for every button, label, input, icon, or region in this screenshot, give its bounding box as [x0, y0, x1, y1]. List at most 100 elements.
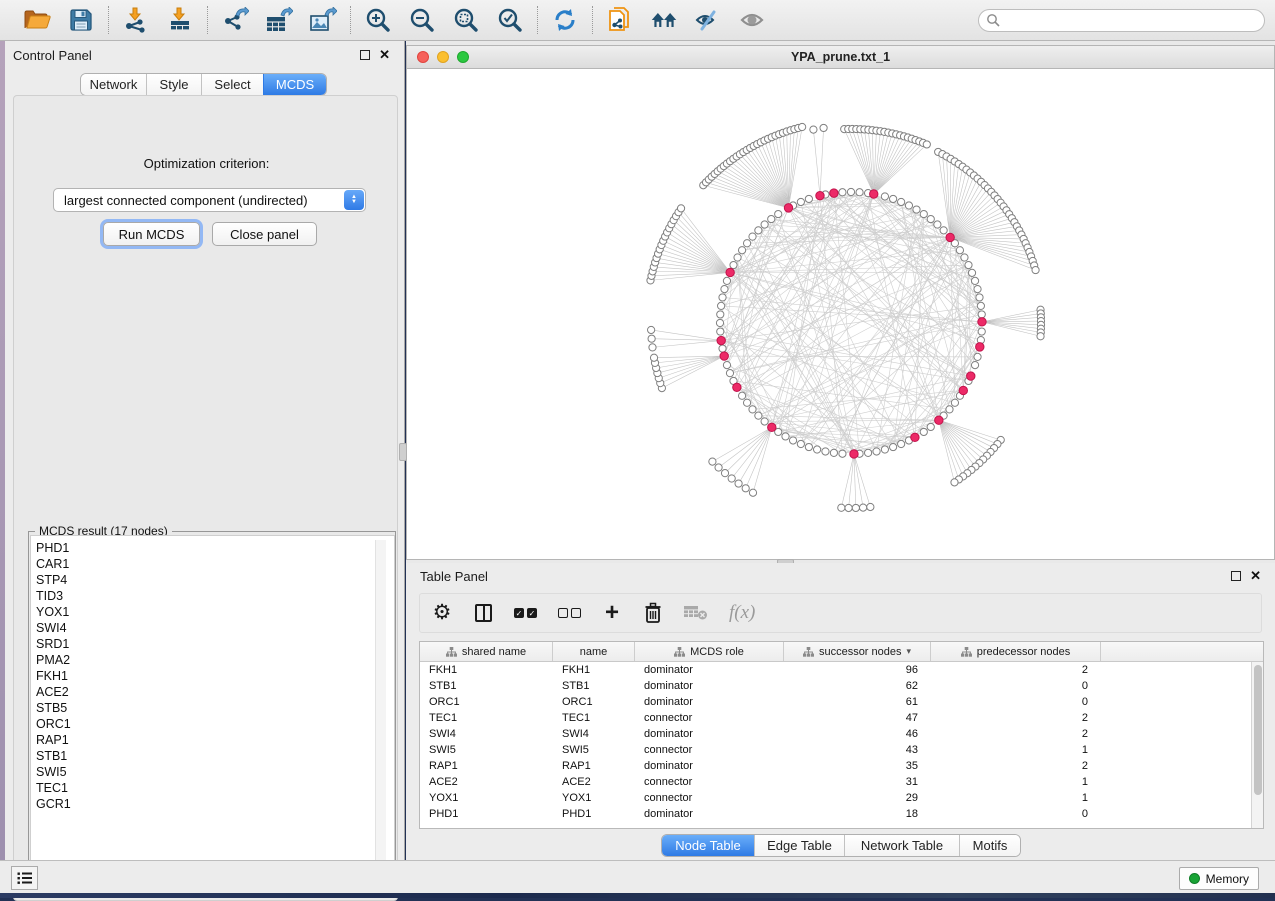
mcds-result-item[interactable]: FKH1: [36, 668, 394, 684]
table-cell: SWI5: [553, 742, 635, 758]
show-all-icon[interactable]: [738, 6, 766, 34]
table-cell: YOX1: [553, 790, 635, 806]
export-table-icon[interactable]: [265, 6, 293, 34]
save-icon[interactable]: [67, 6, 95, 34]
mcds-result-item[interactable]: STB1: [36, 748, 394, 764]
table-scrollbar-thumb[interactable]: [1254, 665, 1262, 795]
tab-network-table[interactable]: Network Table: [844, 835, 959, 856]
mcds-list-scrollbar[interactable]: [375, 540, 386, 888]
close-panel-button[interactable]: Close panel: [212, 222, 317, 246]
mcds-result-item[interactable]: STP4: [36, 572, 394, 588]
new-network-from-selection-icon[interactable]: [606, 6, 634, 34]
table-row[interactable]: SWI4SWI4dominator462: [420, 726, 1263, 742]
table-cell: connector: [635, 774, 784, 790]
mcds-result-item[interactable]: PMA2: [36, 652, 394, 668]
tab-mcds[interactable]: MCDS: [263, 74, 326, 95]
table-cell: 31: [784, 774, 931, 790]
table-row[interactable]: ACE2ACE2connector311: [420, 774, 1263, 790]
open-file-icon[interactable]: [23, 6, 51, 34]
search-input[interactable]: [978, 9, 1265, 32]
tab-node-table[interactable]: Node Table: [662, 835, 754, 856]
mcds-result-item[interactable]: ORC1: [36, 716, 394, 732]
float-table-panel-icon[interactable]: [1231, 571, 1241, 581]
table-row[interactable]: SWI5SWI5connector431: [420, 742, 1263, 758]
table-row[interactable]: ORC1ORC1dominator610: [420, 694, 1263, 710]
zoom-in-icon[interactable]: [364, 6, 392, 34]
column-header-predecessor-nodes[interactable]: predecessor nodes: [931, 642, 1101, 661]
table-cell: YOX1: [420, 790, 553, 806]
table-cell: PHD1: [553, 806, 635, 822]
run-mcds-button[interactable]: Run MCDS: [103, 222, 200, 246]
table-row[interactable]: YOX1YOX1connector291: [420, 790, 1263, 806]
mcds-result-item[interactable]: ACE2: [36, 684, 394, 700]
close-panel-icon[interactable]: ✕: [379, 50, 390, 60]
tab-edge-table[interactable]: Edge Table: [754, 835, 844, 856]
table-row[interactable]: PHD1PHD1dominator180: [420, 806, 1263, 822]
control-panel-title: Control Panel: [5, 48, 92, 63]
deselect-all-columns-icon[interactable]: [558, 601, 581, 625]
import-network-icon[interactable]: [122, 6, 150, 34]
table-settings-gear-icon[interactable]: ⚙: [432, 601, 452, 625]
zoom-out-icon[interactable]: [408, 6, 436, 34]
import-table-icon[interactable]: [166, 6, 194, 34]
optimization-criterion-select[interactable]: largest connected component (undirected)…: [53, 188, 366, 212]
table-row[interactable]: TEC1TEC1connector472: [420, 710, 1263, 726]
table-cell: TEC1: [553, 710, 635, 726]
mcds-result-item[interactable]: STB5: [36, 700, 394, 716]
table-cell: dominator: [635, 662, 784, 678]
mcds-result-item[interactable]: SWI4: [36, 620, 394, 636]
table-cell: 2: [931, 758, 1101, 774]
mcds-result-item[interactable]: GCR1: [36, 796, 394, 812]
node-table: shared namenameMCDS rolesuccessor nodes▾…: [419, 641, 1264, 829]
tab-select[interactable]: Select: [201, 74, 263, 95]
memory-button[interactable]: Memory: [1179, 867, 1259, 890]
zoom-fit-icon[interactable]: [452, 6, 480, 34]
tab-network[interactable]: Network: [81, 74, 146, 95]
desktop-edge-strip: [0, 893, 1275, 898]
close-table-panel-icon[interactable]: ✕: [1250, 571, 1261, 581]
add-column-icon[interactable]: +: [602, 601, 622, 625]
export-network-icon[interactable]: [221, 6, 249, 34]
mcds-result-item[interactable]: CAR1: [36, 556, 394, 572]
mcds-result-item[interactable]: TID3: [36, 588, 394, 604]
zoom-selected-icon[interactable]: [496, 6, 524, 34]
mcds-result-item[interactable]: YOX1: [36, 604, 394, 620]
table-cell: dominator: [635, 694, 784, 710]
table-cell: SWI4: [553, 726, 635, 742]
table-cell: TEC1: [420, 710, 553, 726]
refresh-icon[interactable]: [551, 6, 579, 34]
table-cell: 46: [784, 726, 931, 742]
column-header-shared-name[interactable]: shared name: [420, 642, 553, 661]
mcds-result-item[interactable]: SWI5: [36, 764, 394, 780]
export-image-icon[interactable]: [309, 6, 337, 34]
table-row[interactable]: FKH1FKH1dominator962: [420, 662, 1263, 678]
float-panel-icon[interactable]: [360, 50, 370, 60]
toggle-column-panel-icon[interactable]: [473, 601, 493, 625]
first-neighbors-icon[interactable]: [650, 6, 678, 34]
mcds-result-list[interactable]: PHD1CAR1STP4TID3YOX1SWI4SRD1PMA2FKH1ACE2…: [30, 535, 395, 890]
hide-selected-icon[interactable]: [694, 6, 722, 34]
table-row[interactable]: STB1STB1dominator620: [420, 678, 1263, 694]
delete-column-icon[interactable]: [643, 601, 663, 625]
task-history-button[interactable]: [11, 866, 38, 890]
column-header-successor-nodes[interactable]: successor nodes▾: [784, 642, 931, 661]
vertical-splitter-handle[interactable]: [399, 443, 407, 461]
column-header-MCDS-role[interactable]: MCDS role: [635, 642, 784, 661]
network-window-titlebar[interactable]: YPA_prune.txt_1: [407, 46, 1274, 69]
table-cell: 96: [784, 662, 931, 678]
application-window: Control Panel ✕ NetworkStyleSelectMCDS O…: [0, 0, 1275, 898]
table-header-row: shared namenameMCDS rolesuccessor nodes▾…: [420, 642, 1263, 662]
select-all-columns-icon[interactable]: ✓✓: [514, 601, 537, 625]
mcds-result-item[interactable]: PHD1: [36, 540, 394, 556]
table-scrollbar[interactable]: [1251, 662, 1263, 828]
mcds-result-item[interactable]: TEC1: [36, 780, 394, 796]
network-canvas[interactable]: [407, 69, 1274, 559]
column-header-name[interactable]: name: [553, 642, 635, 661]
tab-style[interactable]: Style: [146, 74, 201, 95]
table-row[interactable]: RAP1RAP1dominator352: [420, 758, 1263, 774]
table-cell: 47: [784, 710, 931, 726]
mcds-result-item[interactable]: SRD1: [36, 636, 394, 652]
control-panel-tab-bar: NetworkStyleSelectMCDS: [80, 73, 327, 96]
mcds-result-item[interactable]: RAP1: [36, 732, 394, 748]
tab-motifs[interactable]: Motifs: [959, 835, 1020, 856]
